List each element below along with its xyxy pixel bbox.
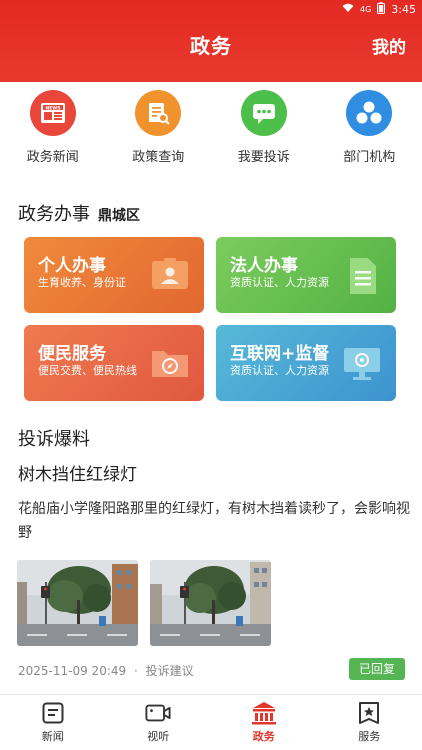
news-icon: NEWS — [29, 90, 76, 136]
battery-icon — [377, 2, 386, 17]
complaint-chat-icon — [240, 90, 287, 136]
services-section-title: 政务办事 鼎城区 — [18, 200, 140, 226]
card-desc: 生育收养、身份证 — [38, 276, 126, 289]
complaint-title[interactable]: 树木挡住红绿灯 — [18, 460, 137, 485]
service-card-legal[interactable]: 法人办事 资质认证、人力资源 — [216, 237, 396, 313]
quicknav-label: 政务新闻 — [26, 150, 79, 165]
complaint-photo-2[interactable] — [150, 560, 271, 646]
card-desc: 资质认证、人力资源 — [230, 276, 329, 289]
service-tab-icon — [356, 701, 382, 725]
bottom-nav: 新闻 视听 政务 服务 — [0, 694, 422, 750]
services-title: 政务办事 — [18, 204, 90, 225]
mine-button[interactable]: 我的 — [372, 33, 406, 58]
card-title: 个人办事 — [38, 256, 106, 276]
news-tab-icon — [40, 701, 66, 725]
department-icon — [346, 90, 393, 136]
complaint-category: 投诉建议 — [145, 664, 194, 678]
video-tab-icon — [145, 701, 171, 725]
tab-service[interactable]: 服务 — [317, 695, 422, 750]
card-desc: 资质认证、人力资源 — [230, 364, 329, 377]
card-title: 法人办事 — [230, 256, 298, 276]
complaint-datetime: 2025-11-09 20:49 — [18, 664, 127, 678]
quicknav-item-policy[interactable]: 政策查询 — [108, 90, 208, 170]
tab-label: 新闻 — [41, 730, 64, 743]
quicknav-label: 政策查询 — [132, 150, 185, 165]
document-icon — [342, 257, 382, 294]
monitor-icon — [342, 345, 382, 380]
status-badge: 已回复 — [349, 658, 405, 680]
quicknav-item-department[interactable]: 部门机构 — [319, 90, 419, 170]
wifi-icon — [342, 3, 354, 16]
tab-label: 视听 — [147, 730, 170, 743]
tab-label: 服务 — [358, 730, 381, 743]
page-title: 政务 — [190, 34, 232, 58]
id-card-icon — [150, 257, 190, 291]
status-bar: 4G 3:45 — [0, 0, 422, 18]
quicknav-item-news[interactable]: NEWS 政务新闻 — [3, 90, 103, 170]
service-card-personal[interactable]: 个人办事 生育收养、身份证 — [24, 237, 204, 313]
signal-label: 4G — [360, 5, 372, 14]
status-time: 3:45 — [391, 3, 416, 16]
quicknav-label: 我要投诉 — [237, 150, 290, 165]
complaints-section-title: 投诉爆料 — [18, 429, 90, 450]
meta-separator: · — [133, 664, 138, 678]
complaint-body[interactable]: 花船庙小学隆阳路那里的红绿灯，有树木挡着读秒了，会影响视野 — [18, 497, 410, 545]
tab-label: 政务 — [252, 730, 275, 743]
app-header: 4G 3:45 政务 我的 — [0, 0, 422, 82]
card-desc: 便民交费、便民热线 — [38, 364, 137, 377]
quick-nav: NEWS 政务新闻 政策查询 我要投诉 部门机构 — [0, 90, 422, 170]
tab-news[interactable]: 新闻 — [0, 695, 106, 750]
folder-compass-icon — [150, 345, 190, 379]
policy-search-icon — [135, 90, 182, 136]
quicknav-label: 部门机构 — [343, 150, 396, 165]
quicknav-item-complaint[interactable]: 我要投诉 — [214, 90, 314, 170]
card-title: 便民服务 — [38, 344, 106, 364]
government-tab-icon — [251, 701, 277, 725]
district-label[interactable]: 鼎城区 — [98, 208, 140, 224]
svg-text:NEWS: NEWS — [45, 105, 60, 111]
card-title: 互联网+监督 — [230, 344, 330, 364]
service-card-convenience[interactable]: 便民服务 便民交费、便民热线 — [24, 325, 204, 401]
tab-government[interactable]: 政务 — [211, 695, 317, 750]
complaint-meta: 2025-11-09 20:49 · 投诉建议 — [18, 662, 194, 679]
tab-video[interactable]: 视听 — [106, 695, 212, 750]
service-card-supervision[interactable]: 互联网+监督 资质认证、人力资源 — [216, 325, 396, 401]
complaint-photo-1[interactable] — [17, 560, 138, 646]
